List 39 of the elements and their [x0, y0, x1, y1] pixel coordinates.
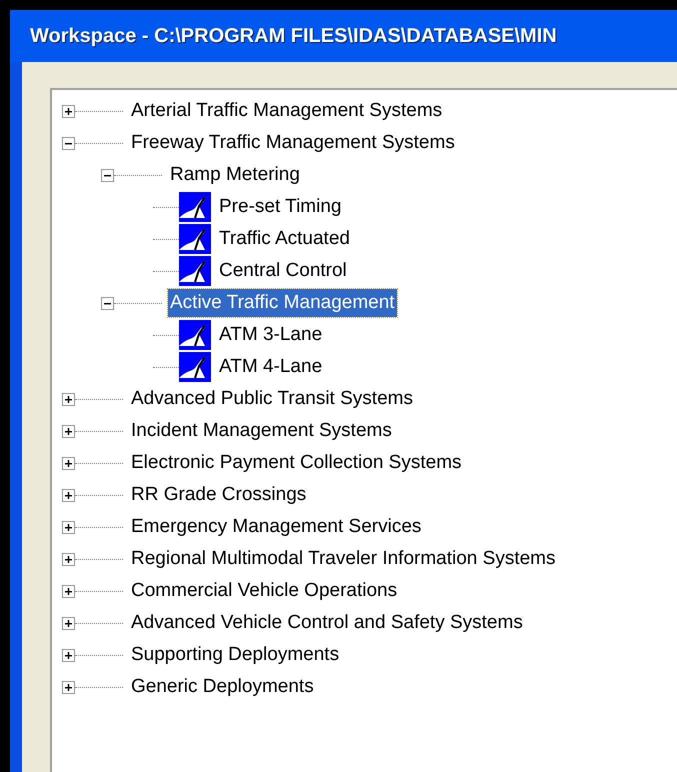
ramp-icon	[179, 192, 211, 222]
tree-item-label[interactable]: Electronic Payment Collection Systems	[129, 448, 464, 478]
expand-icon[interactable]	[62, 680, 75, 694]
tree-item-label[interactable]: Arterial Traffic Management Systems	[129, 96, 444, 126]
expand-icon[interactable]	[62, 456, 75, 470]
expand-icon[interactable]	[62, 392, 75, 406]
expand-icon[interactable]	[62, 616, 75, 630]
tree-item-label[interactable]: Ramp Metering	[168, 160, 302, 190]
tree-item-label[interactable]: Commercial Vehicle Operations	[129, 576, 400, 606]
expand-icon[interactable]	[62, 488, 75, 502]
ramp-icon	[179, 224, 211, 254]
tree-item-label[interactable]: Generic Deployments	[129, 672, 316, 702]
tree-item-label[interactable]: Advanced Public Transit Systems	[129, 384, 415, 414]
ramp-icon	[179, 352, 211, 382]
ramp-icon	[179, 320, 211, 350]
tree-item-label[interactable]: Emergency Management Services	[129, 512, 424, 542]
tree-item-label[interactable]: Advanced Vehicle Control and Safety Systems	[129, 608, 525, 638]
collapse-icon[interactable]	[101, 296, 114, 310]
expand-icon[interactable]	[62, 424, 75, 438]
tree-item-label[interactable]: Active Traffic Management	[168, 288, 397, 318]
tree-item-label[interactable]: Supporting Deployments	[129, 640, 342, 670]
expand-icon[interactable]	[62, 648, 75, 662]
tree-item-label[interactable]: Freeway Traffic Management Systems	[129, 128, 457, 158]
collapse-icon[interactable]	[62, 136, 75, 150]
tree-item-label[interactable]: Central Control	[217, 256, 349, 286]
tree-item-label[interactable]: Regional Multimodal Traveler Information Systems	[129, 544, 558, 574]
tree-item-label[interactable]: RR Grade Crossings	[129, 480, 308, 510]
expand-icon[interactable]	[62, 520, 75, 534]
expand-icon[interactable]	[62, 552, 75, 566]
window-title: Workspace - C:\PROGRAM FILES\IDAS\DATABASE\MIN	[30, 24, 557, 49]
tree-item-label[interactable]: Pre-set Timing	[217, 192, 344, 222]
expand-icon[interactable]	[62, 104, 75, 118]
tree-item-label[interactable]: ATM 4-Lane	[217, 352, 324, 382]
expand-icon[interactable]	[62, 584, 75, 598]
tree-item-label[interactable]: ATM 3-Lane	[217, 320, 324, 350]
collapse-icon[interactable]	[101, 168, 114, 182]
ramp-icon	[179, 256, 211, 286]
tree-item-label[interactable]: Traffic Actuated	[217, 224, 352, 254]
tree-item-label[interactable]: Incident Management Systems	[129, 416, 394, 446]
